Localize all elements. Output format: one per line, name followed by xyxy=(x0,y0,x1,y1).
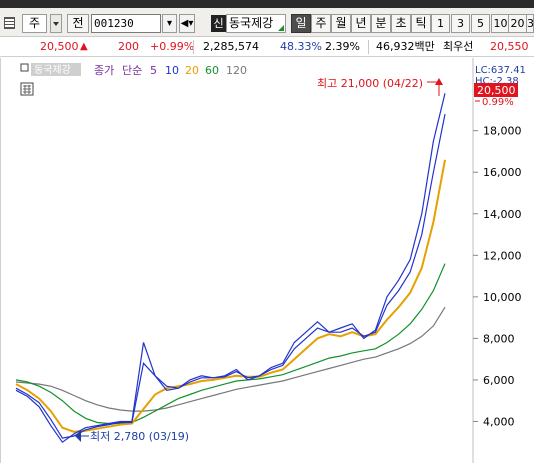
legend-ma-10: 10 xyxy=(165,64,179,77)
best-ask-label: 최우선 xyxy=(443,40,474,53)
volume-value: 2,285,574 xyxy=(203,40,259,53)
chart-svg: 동국제강 종가 단순 5 10 20 60 120 18,000 16,000 14… xyxy=(1,58,526,463)
divider xyxy=(368,40,369,54)
jeon-button[interactable]: 전 xyxy=(67,14,89,33)
trade-amount: 46,932백만 xyxy=(376,40,435,53)
y-tick-label: 16,000 xyxy=(483,166,522,179)
up-arrow-icon: ▲ xyxy=(80,41,88,52)
grid-icon[interactable] xyxy=(4,17,15,29)
volume-ratio: 48.33% xyxy=(280,40,322,53)
y-axis-ticks: 18,000 16,000 14,000 12,000 10,000 8,000 6,000… xyxy=(473,125,522,428)
y-tick-label: 8,000 xyxy=(483,332,515,345)
price-chart[interactable]: 동국제강 종가 단순 5 10 20 60 120 18,000 16,000 14… xyxy=(0,58,534,463)
legend-ma-label: 단순 xyxy=(122,64,142,77)
plot-area xyxy=(1,58,473,463)
period-day-tab[interactable]: 일 xyxy=(291,14,311,33)
credit-badge: 신 xyxy=(211,15,226,32)
interval-3-button[interactable]: 3 xyxy=(451,14,470,33)
change-amount: 200 xyxy=(118,40,139,53)
legend-ma-20: 20 xyxy=(185,64,199,77)
current-price: 20,500 xyxy=(40,40,79,53)
divider xyxy=(193,40,194,54)
change-percent: +0.99% xyxy=(150,40,195,53)
y-tick-label: 14,000 xyxy=(483,208,522,221)
market-select-label: 주 xyxy=(28,16,41,30)
legend-ma-120: 120 xyxy=(226,64,247,77)
legend-ma-60: 60 xyxy=(205,64,219,77)
y-tick-label: 4,000 xyxy=(483,415,515,428)
interval-20-button[interactable]: 20 xyxy=(508,14,527,33)
legend-ma-5: 5 xyxy=(150,64,157,77)
legend-title: 동국제강 xyxy=(34,64,71,76)
legend-price-label: 종가 xyxy=(94,64,114,77)
current-price-label: 20,500 xyxy=(477,84,516,97)
period-second-tab[interactable]: 초 xyxy=(391,14,411,33)
interval-5-button[interactable]: 5 xyxy=(471,14,490,33)
window-title-strip xyxy=(0,0,534,8)
y-tick-label: 6,000 xyxy=(483,374,515,387)
best-ask-price: 20,550 xyxy=(490,40,529,53)
market-select[interactable]: 주 xyxy=(22,14,47,33)
current-change-label: 0.99% xyxy=(482,97,514,108)
interval-1-button[interactable]: 1 xyxy=(431,14,450,33)
interval-30-button[interactable]: 3 xyxy=(526,14,534,33)
max-price-label: 최고 21,000 (04/22) xyxy=(317,77,423,90)
lc-label: LC:637.41 xyxy=(475,65,526,76)
period-week-tab[interactable]: 주 xyxy=(311,14,331,33)
speaker-icon[interactable]: ◀▾ xyxy=(179,14,195,33)
y-tick-label: 18,000 xyxy=(483,125,522,138)
stock-name-field[interactable]: 동국제강 xyxy=(226,14,286,33)
quote-bar: 20,500 ▲ 200 +0.99% 2,285,574 48.33% 2.3… xyxy=(0,37,534,57)
period-tick-tab[interactable]: 틱 xyxy=(411,14,431,33)
y-tick-label: 12,000 xyxy=(483,249,522,262)
dropdown-icon[interactable]: ▾ xyxy=(162,14,177,33)
y-tick-label: 10,000 xyxy=(483,291,522,304)
min-price-label: 최저 2,780 (03/19) xyxy=(90,430,189,443)
period-year-tab[interactable]: 년 xyxy=(351,14,371,33)
period-minute-tab[interactable]: 분 xyxy=(371,14,391,33)
toolbar: 주 전 001230 ▾ ◀▾ 신 동국제강 일 주 월 년 분 초 틱 1 3… xyxy=(0,8,534,37)
chevron-down-icon[interactable] xyxy=(50,14,62,33)
turnover-rate: 2.39% xyxy=(325,40,360,53)
period-month-tab[interactable]: 월 xyxy=(331,14,351,33)
stock-code-input[interactable]: 001230 xyxy=(91,14,161,33)
